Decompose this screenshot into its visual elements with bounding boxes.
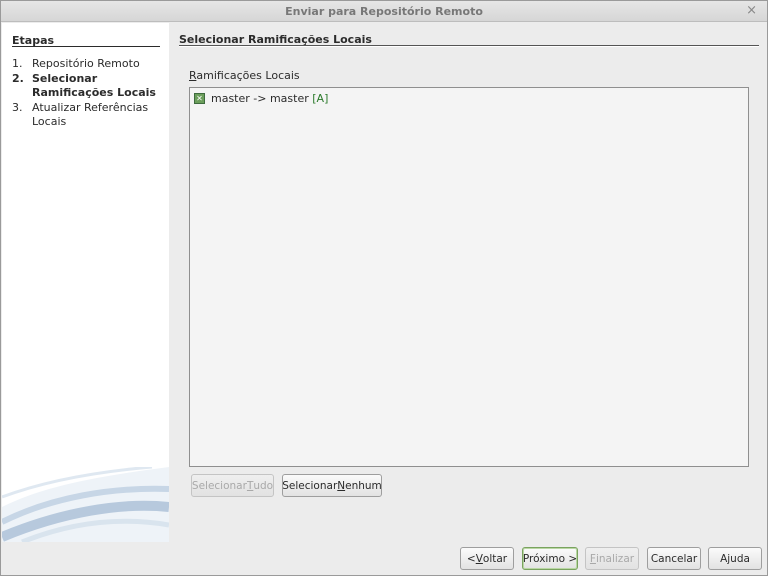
btn-text: enhum <box>345 479 382 492</box>
wizard-decoration-art <box>2 467 169 542</box>
btn-text: oltar <box>482 552 508 565</box>
step-number: 2. <box>12 71 24 85</box>
select-none-button[interactable]: Selecionar Nenhum <box>282 474 382 497</box>
step-label: Selecionar Ramificações Locais <box>32 71 156 100</box>
step-label: Atualizar Referências Locais <box>32 100 149 129</box>
list-item[interactable]: ✕ master -> master [A] <box>194 92 328 105</box>
close-icon[interactable]: × <box>746 3 757 19</box>
cancel-button[interactable]: Cancelar <box>647 547 701 570</box>
finish-button[interactable]: Finalizar <box>585 547 639 570</box>
btn-text: Selecionar <box>282 479 338 492</box>
btn-text: < <box>466 552 476 565</box>
step-item-remote-repo: 1. Repositório Remoto <box>12 57 162 72</box>
next-button[interactable]: Próximo > <box>522 547 578 570</box>
mnemonic: V <box>475 552 483 565</box>
btn-text: udo <box>253 479 274 492</box>
label-text: amificações Locais <box>196 69 300 82</box>
help-button[interactable]: Ajuda <box>708 547 762 570</box>
btn-text: inalizar <box>595 552 635 565</box>
select-all-button[interactable]: Selecionar Tudo <box>191 474 274 497</box>
btn-text: Selecionar <box>191 479 247 492</box>
step-number: 1. <box>12 57 23 70</box>
step-label: Repositório Remoto <box>32 57 140 70</box>
title-bar[interactable]: Enviar para Repositório Remoto × <box>1 1 767 22</box>
step-list: 1. Repositório Remoto 2. Selecionar Rami… <box>12 57 162 130</box>
branch-mapping-text: master -> master [A] <box>211 92 328 105</box>
panel-divider <box>179 45 759 47</box>
step-item-select-branches: 2. Selecionar Ramificações Locais <box>12 72 162 101</box>
steps-panel: Etapas 1. Repositório Remoto 2. Selecion… <box>2 23 169 542</box>
step-item-update-refs: 3. Atualizar Referências Locais <box>12 101 162 130</box>
local-branches-list[interactable]: ✕ master -> master [A] <box>189 87 749 467</box>
branches-list-label: Ramificações Locais <box>189 69 300 82</box>
branch-mapping-label: master -> master <box>211 92 313 105</box>
steps-divider <box>12 46 160 47</box>
back-button[interactable]: < Voltar <box>460 547 514 570</box>
mnemonic: N <box>337 479 346 492</box>
dialog-window: Enviar para Repositório Remoto × Etapas … <box>0 0 768 576</box>
checkbox-checked-icon[interactable]: ✕ <box>194 93 205 104</box>
window-title: Enviar para Repositório Remoto <box>285 5 483 18</box>
branch-status-tag: [A] <box>312 92 329 105</box>
step-number: 3. <box>12 100 23 114</box>
